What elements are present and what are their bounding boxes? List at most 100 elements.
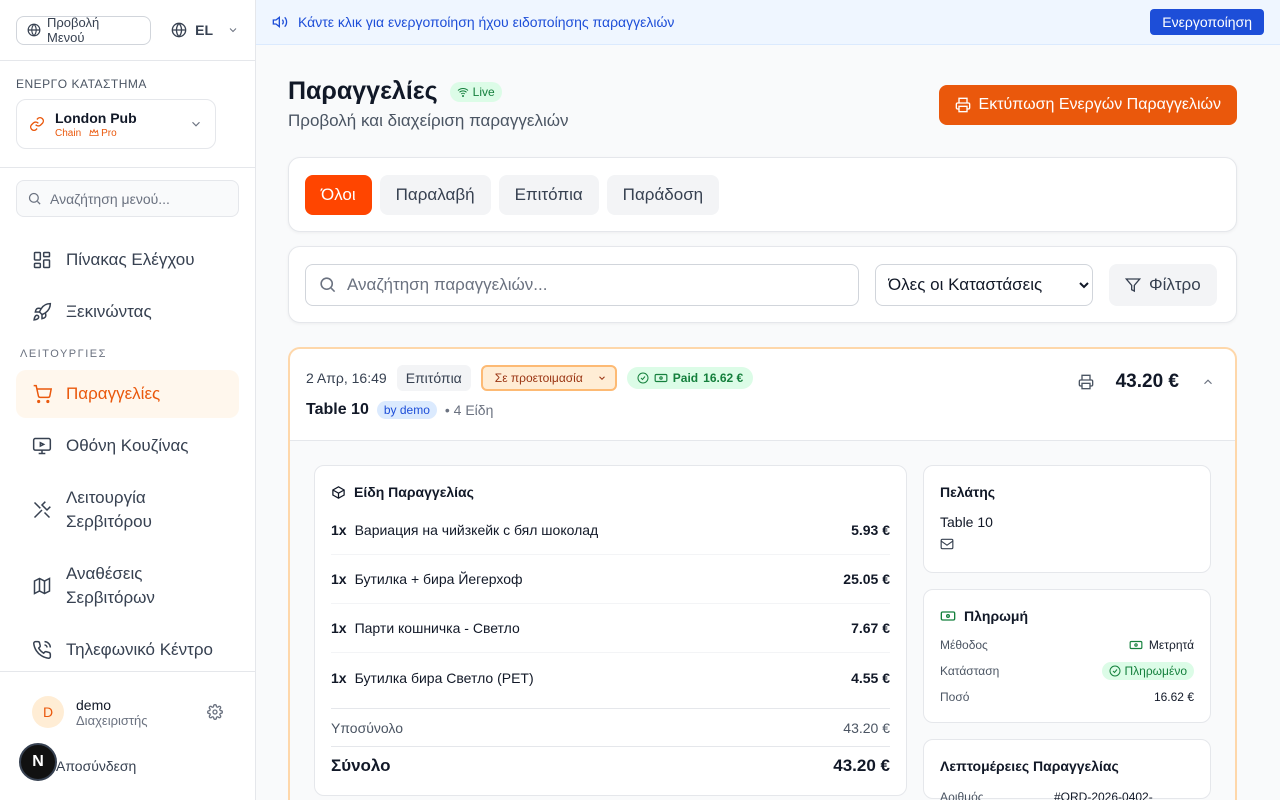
- payment-title: Πληρωμή: [964, 608, 1029, 624]
- sidebar-item-label: Τηλεφωνικό Κέντρο: [66, 640, 213, 659]
- globe-icon: [27, 23, 41, 37]
- customer-card: Πελάτης Table 10: [923, 465, 1211, 573]
- live-label: Live: [472, 84, 495, 99]
- sidebar-item-dashboard[interactable]: Πίνακας Ελέγχου: [16, 236, 239, 284]
- tab-pickup[interactable]: Παραλαβή: [379, 174, 491, 215]
- method-value: Μετρητά: [1148, 638, 1194, 652]
- phone-icon: [32, 640, 52, 660]
- item-price: 7.67 €: [851, 620, 890, 636]
- monitor-icon: [32, 436, 52, 456]
- sidebar-item-label: Πίνακας Ελέγχου: [66, 250, 195, 269]
- subtotal-value: 43.20 €: [843, 719, 890, 736]
- list-item: 1x Бутилка + бира Йегерхоф 25.05 €: [331, 555, 890, 604]
- nav-section-operations: ΛΕΙΤΟΥΡΓΙΕΣ: [20, 348, 107, 360]
- sound-notification-banner: Κάντε κλικ για ενεργοποίηση ήχου ειδοποί…: [256, 0, 1280, 45]
- wifi-icon: [457, 86, 469, 98]
- order-table: Table 10: [306, 401, 369, 418]
- language-selector[interactable]: EL: [171, 22, 239, 38]
- print-button-label: Εκτύπωση Ενεργών Παραγγελιών: [978, 96, 1221, 113]
- order-status-select[interactable]: Σε προετοιμασία: [480, 365, 617, 391]
- sidebar-item-waiter-mode[interactable]: Λειτουργία Σερβιτόρου: [16, 474, 239, 546]
- payment-status-value: Πληρωμένο: [1124, 664, 1187, 678]
- item-qty: 1x: [331, 522, 347, 538]
- item-name: Бутилка + бира Йегерхоф: [354, 571, 523, 587]
- item-name: Парти кошничка - Светло: [354, 620, 520, 636]
- order-search-input[interactable]: [347, 274, 827, 295]
- order-filters: Όλες οι Καταστάσεις Φίλτρο: [288, 246, 1237, 323]
- menu-search-input[interactable]: [50, 190, 230, 207]
- filter-button[interactable]: Φίλτρο: [1109, 263, 1217, 306]
- search-icon: [318, 275, 337, 294]
- store-type: Chain: [55, 127, 82, 139]
- chevron-down-icon: [227, 24, 239, 36]
- item-qty: 1x: [331, 571, 347, 587]
- tab-all[interactable]: Όλοι: [305, 174, 372, 215]
- settings-gear-icon[interactable]: [207, 704, 223, 720]
- banner-text[interactable]: Κάντε κλικ για ενεργοποίηση ήχου ειδοποί…: [298, 14, 1140, 30]
- order-by-badge: by demo: [376, 401, 437, 419]
- sidebar-item-label: Ξεκινώντας: [66, 302, 152, 321]
- store-chevron-icon: [189, 117, 203, 131]
- rocket-icon: [32, 302, 52, 322]
- filter-icon: [1125, 277, 1141, 293]
- print-order-icon[interactable]: [1078, 374, 1094, 390]
- printer-icon: [955, 97, 971, 113]
- cart-icon: [32, 384, 52, 404]
- sidebar-item-call-center[interactable]: Τηλεφωνικό Κέντρο: [16, 626, 239, 674]
- store-name: London Pub: [55, 109, 137, 126]
- utensils-icon: [32, 500, 52, 520]
- print-active-orders-button[interactable]: Εκτύπωση Ενεργών Παραγγελιών: [938, 85, 1237, 125]
- search-icon: [27, 191, 42, 206]
- sidebar: Προβολή Μενού EL ΕΝΕΡΓΟ ΚΑΤΑΣΤΗΜΑ London…: [0, 0, 256, 800]
- check-circle-icon: [1109, 665, 1121, 677]
- chevron-down-icon: [597, 373, 607, 383]
- list-item: 1x Бутилка бира Светло (PET) 4.55 €: [331, 653, 890, 702]
- enable-sound-button[interactable]: Ενεργοποίηση: [1150, 9, 1264, 35]
- item-name: Бутилка бира Светло (PET): [354, 669, 534, 686]
- sidebar-item-waiter-assignments[interactable]: Αναθέσεις Σερβιτόρων: [16, 550, 239, 622]
- user-role: Διαχειριστής: [76, 712, 148, 728]
- method-label: Μέθοδος: [940, 638, 988, 652]
- order-details: Είδη Παραγγελίας 1x Вариация на чийзкейк…: [290, 441, 1235, 800]
- paid-badge: Paid 16.62 €: [626, 367, 754, 389]
- order-items-title: Είδη Παραγγελίας: [354, 484, 474, 500]
- menu-view-label: Προβολή Μενού: [47, 15, 100, 45]
- item-name: Вариация на чийзкейк с бял шоколад: [354, 522, 599, 538]
- page-header: Παραγγελίες Live Προβολή και διαχείριση …: [288, 45, 1237, 157]
- order-card-header[interactable]: 2 Απρ, 16:49 Επιτόπια Σε προετοιμασία Pa: [290, 349, 1235, 441]
- order-search[interactable]: [305, 263, 859, 306]
- item-price: 5.93 €: [851, 522, 890, 538]
- payment-status-label: Κατάσταση: [940, 664, 1000, 678]
- sidebar-item-getting-started[interactable]: Ξεκινώντας: [16, 288, 239, 336]
- menu-view-button[interactable]: Προβολή Μενού: [16, 15, 152, 45]
- sidebar-item-orders[interactable]: Παραγγελίες: [16, 370, 239, 418]
- total-value: 43.20 €: [833, 756, 890, 775]
- avatar: D: [32, 696, 64, 728]
- order-item-count: • 4 Είδη: [444, 402, 494, 418]
- customer-name: Table 10: [940, 514, 993, 530]
- store-selector[interactable]: London Pub Chain Pro: [16, 99, 216, 149]
- page-title: Παραγγελίες: [288, 77, 438, 105]
- paid-label: Paid: [672, 371, 699, 385]
- status-select[interactable]: Όλες οι Καταστάσεις: [875, 263, 1093, 306]
- sidebar-item-label: Λειτουργία Σερβιτόρου: [66, 488, 152, 531]
- check-circle-icon: [637, 372, 649, 384]
- item-qty: 1x: [331, 669, 347, 686]
- sidebar-item-kitchen-display[interactable]: Οθόνη Κουζίνας: [16, 422, 239, 470]
- logout-button[interactable]: Αποσύνδεση: [56, 758, 136, 774]
- menu-search[interactable]: [16, 180, 239, 217]
- tab-delivery[interactable]: Παράδοση: [606, 174, 720, 215]
- crown-icon: [89, 128, 99, 138]
- banknote-icon: [654, 372, 668, 384]
- dev-badge[interactable]: N: [19, 743, 57, 781]
- language-globe-icon: [171, 22, 187, 38]
- order-type-tabs: Όλοι Παραλαβή Επιτόπια Παράδοση: [288, 157, 1237, 232]
- chevron-up-icon[interactable]: [1201, 375, 1215, 389]
- tab-dine-in[interactable]: Επιτόπια: [498, 174, 599, 215]
- total-label: Σύνολο: [331, 756, 391, 775]
- banknote-icon: [940, 609, 956, 623]
- active-store-label: ΕΝΕΡΓΟ ΚΑΤΑΣΤΗΜΑ: [16, 77, 147, 91]
- filter-button-label: Φίλτρο: [1149, 274, 1201, 294]
- subtotal-label: Υποσύνολο: [331, 719, 403, 736]
- sidebar-top: Προβολή Μενού EL: [0, 0, 255, 61]
